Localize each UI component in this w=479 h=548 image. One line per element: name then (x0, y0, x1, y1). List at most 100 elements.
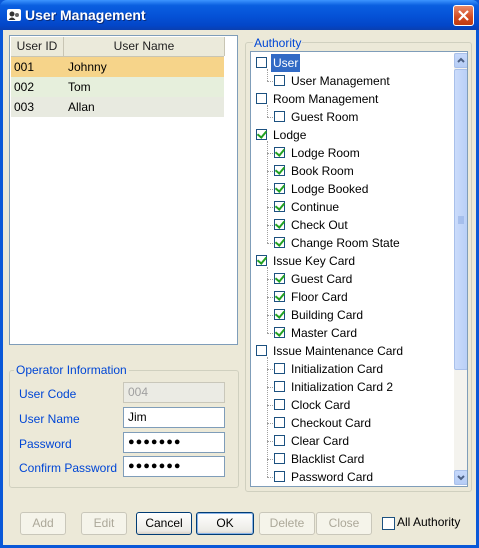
authority-item-label: Lodge (273, 128, 307, 142)
dialog-client-area: User ID User Name 001 Johnny 002 Tom 003… (3, 30, 476, 545)
authority-checkbox[interactable] (256, 93, 267, 104)
close-window-button[interactable] (453, 5, 474, 26)
authority-tree[interactable]: User User Management Room Management Guest … (250, 51, 468, 487)
tree-connector (267, 477, 273, 478)
cancel-button[interactable]: Cancel (136, 512, 192, 535)
authority-item-label: Initialization Card 2 (291, 380, 394, 394)
authority-checkbox[interactable] (274, 399, 285, 410)
authority-checkbox[interactable] (256, 255, 267, 266)
tree-connector (267, 81, 273, 82)
authority-item-label: Issue Key Card (273, 254, 356, 268)
tree-connector (267, 243, 273, 244)
authority-checkbox[interactable] (256, 345, 267, 356)
authority-item-label: Continue (291, 200, 340, 214)
title-bar[interactable]: User Management (0, 0, 479, 30)
authority-checkbox[interactable] (274, 453, 285, 464)
authority-checkbox[interactable] (274, 309, 285, 320)
user-row[interactable]: 003 Allan (11, 97, 224, 117)
authority-item-label: Initialization Card (291, 362, 384, 376)
user-name-label: User Name (19, 412, 80, 426)
authority-item-label: Password Card (291, 470, 374, 484)
user-list[interactable]: User ID User Name 001 Johnny 002 Tom 003… (9, 35, 238, 345)
user-management-app-icon (6, 7, 22, 23)
edit-button[interactable]: Edit (81, 512, 127, 535)
close-icon (458, 10, 469, 21)
grip-icon (458, 216, 464, 224)
authority-checkbox[interactable] (274, 237, 285, 248)
password-field[interactable]: ●●●●●●● (123, 432, 225, 453)
chevron-up-icon (457, 57, 465, 63)
authority-item-label: Issue Maintenance Card (273, 344, 404, 358)
user-row[interactable]: 001 Johnny (11, 57, 224, 77)
authority-checkbox[interactable] (274, 471, 285, 482)
column-header-user-name[interactable]: User Name (64, 37, 225, 56)
authority-checkbox[interactable] (274, 201, 285, 212)
tree-connector (267, 117, 273, 118)
ok-button[interactable]: OK (196, 512, 254, 535)
tree-connector (267, 105, 268, 117)
authority-legend: Authority (253, 36, 303, 50)
scroll-down-button[interactable] (454, 470, 467, 485)
authority-item-label: Book Room (291, 164, 354, 178)
delete-button[interactable]: Delete (259, 512, 315, 535)
authority-item-label: Clock Card (291, 398, 351, 412)
user-row[interactable]: 002 Tom (11, 77, 224, 97)
authority-checkbox[interactable] (274, 435, 285, 446)
tree-connector (267, 357, 268, 477)
tree-connector (267, 141, 268, 243)
authority-item-label: User Management (291, 74, 390, 88)
confirm-password-field[interactable]: ●●●●●●● (123, 456, 225, 477)
user-list-header: User ID User Name (11, 37, 225, 57)
authority-checkbox[interactable] (274, 183, 285, 194)
tree-connector (267, 69, 268, 81)
authority-item-label: Change Room State (291, 236, 400, 250)
authority-checkbox[interactable] (274, 147, 285, 158)
chevron-down-icon (457, 475, 465, 481)
authority-checkbox[interactable] (274, 327, 285, 338)
all-authority-checkbox[interactable] (382, 517, 395, 530)
tree-connector (267, 267, 268, 333)
authority-checkbox[interactable] (274, 273, 285, 284)
authority-checkbox[interactable] (274, 363, 285, 374)
column-header-user-id[interactable]: User ID (11, 37, 64, 56)
user-id-cell: 001 (14, 60, 35, 74)
user-name-field[interactable]: Jim (123, 407, 225, 428)
authority-item-label: Master Card (291, 326, 358, 340)
user-id-cell: 002 (14, 80, 35, 94)
authority-item-label: User (271, 54, 301, 72)
authority-checkbox[interactable] (274, 417, 285, 428)
authority-checkbox[interactable] (274, 219, 285, 230)
authority-item-label: Guest Room (291, 110, 359, 124)
authority-item-label: Lodge Booked (291, 182, 369, 196)
authority-checkbox[interactable] (256, 129, 267, 140)
authority-item-label: Blacklist Card (291, 452, 365, 466)
authority-item-label: Clear Card (291, 434, 350, 448)
user-name-cell: Allan (68, 100, 95, 114)
user-management-window: User Management User ID User Name 001 Jo… (0, 0, 479, 548)
authority-item-label: Lodge Room (291, 146, 360, 160)
scroll-thumb[interactable] (454, 69, 467, 370)
scroll-up-button[interactable] (454, 53, 467, 68)
authority-checkbox[interactable] (274, 165, 285, 176)
authority-item-label: Room Management (273, 92, 379, 106)
authority-checkbox[interactable] (274, 291, 285, 302)
password-label: Password (19, 437, 72, 451)
operator-information-legend: Operator Information (14, 363, 129, 377)
user-code-label: User Code (19, 387, 77, 401)
tree-connector (267, 333, 273, 334)
authority-item-label: Check Out (291, 218, 348, 232)
user-name-cell: Tom (68, 80, 91, 94)
authority-checkbox[interactable] (274, 75, 285, 86)
user-code-field[interactable]: 004 (123, 382, 225, 403)
authority-scrollbar[interactable] (454, 53, 467, 485)
authority-checkbox[interactable] (256, 57, 267, 68)
authority-checkbox[interactable] (274, 381, 285, 392)
authority-item-label: Checkout Card (291, 416, 372, 430)
authority-item-label: Building Card (291, 308, 364, 322)
window-title: User Management (25, 7, 146, 23)
close-button[interactable]: Close (316, 512, 372, 535)
authority-checkbox[interactable] (274, 111, 285, 122)
user-name-cell: Johnny (68, 60, 107, 74)
add-button[interactable]: Add (20, 512, 66, 535)
all-authority-label: All Authority (397, 515, 461, 529)
